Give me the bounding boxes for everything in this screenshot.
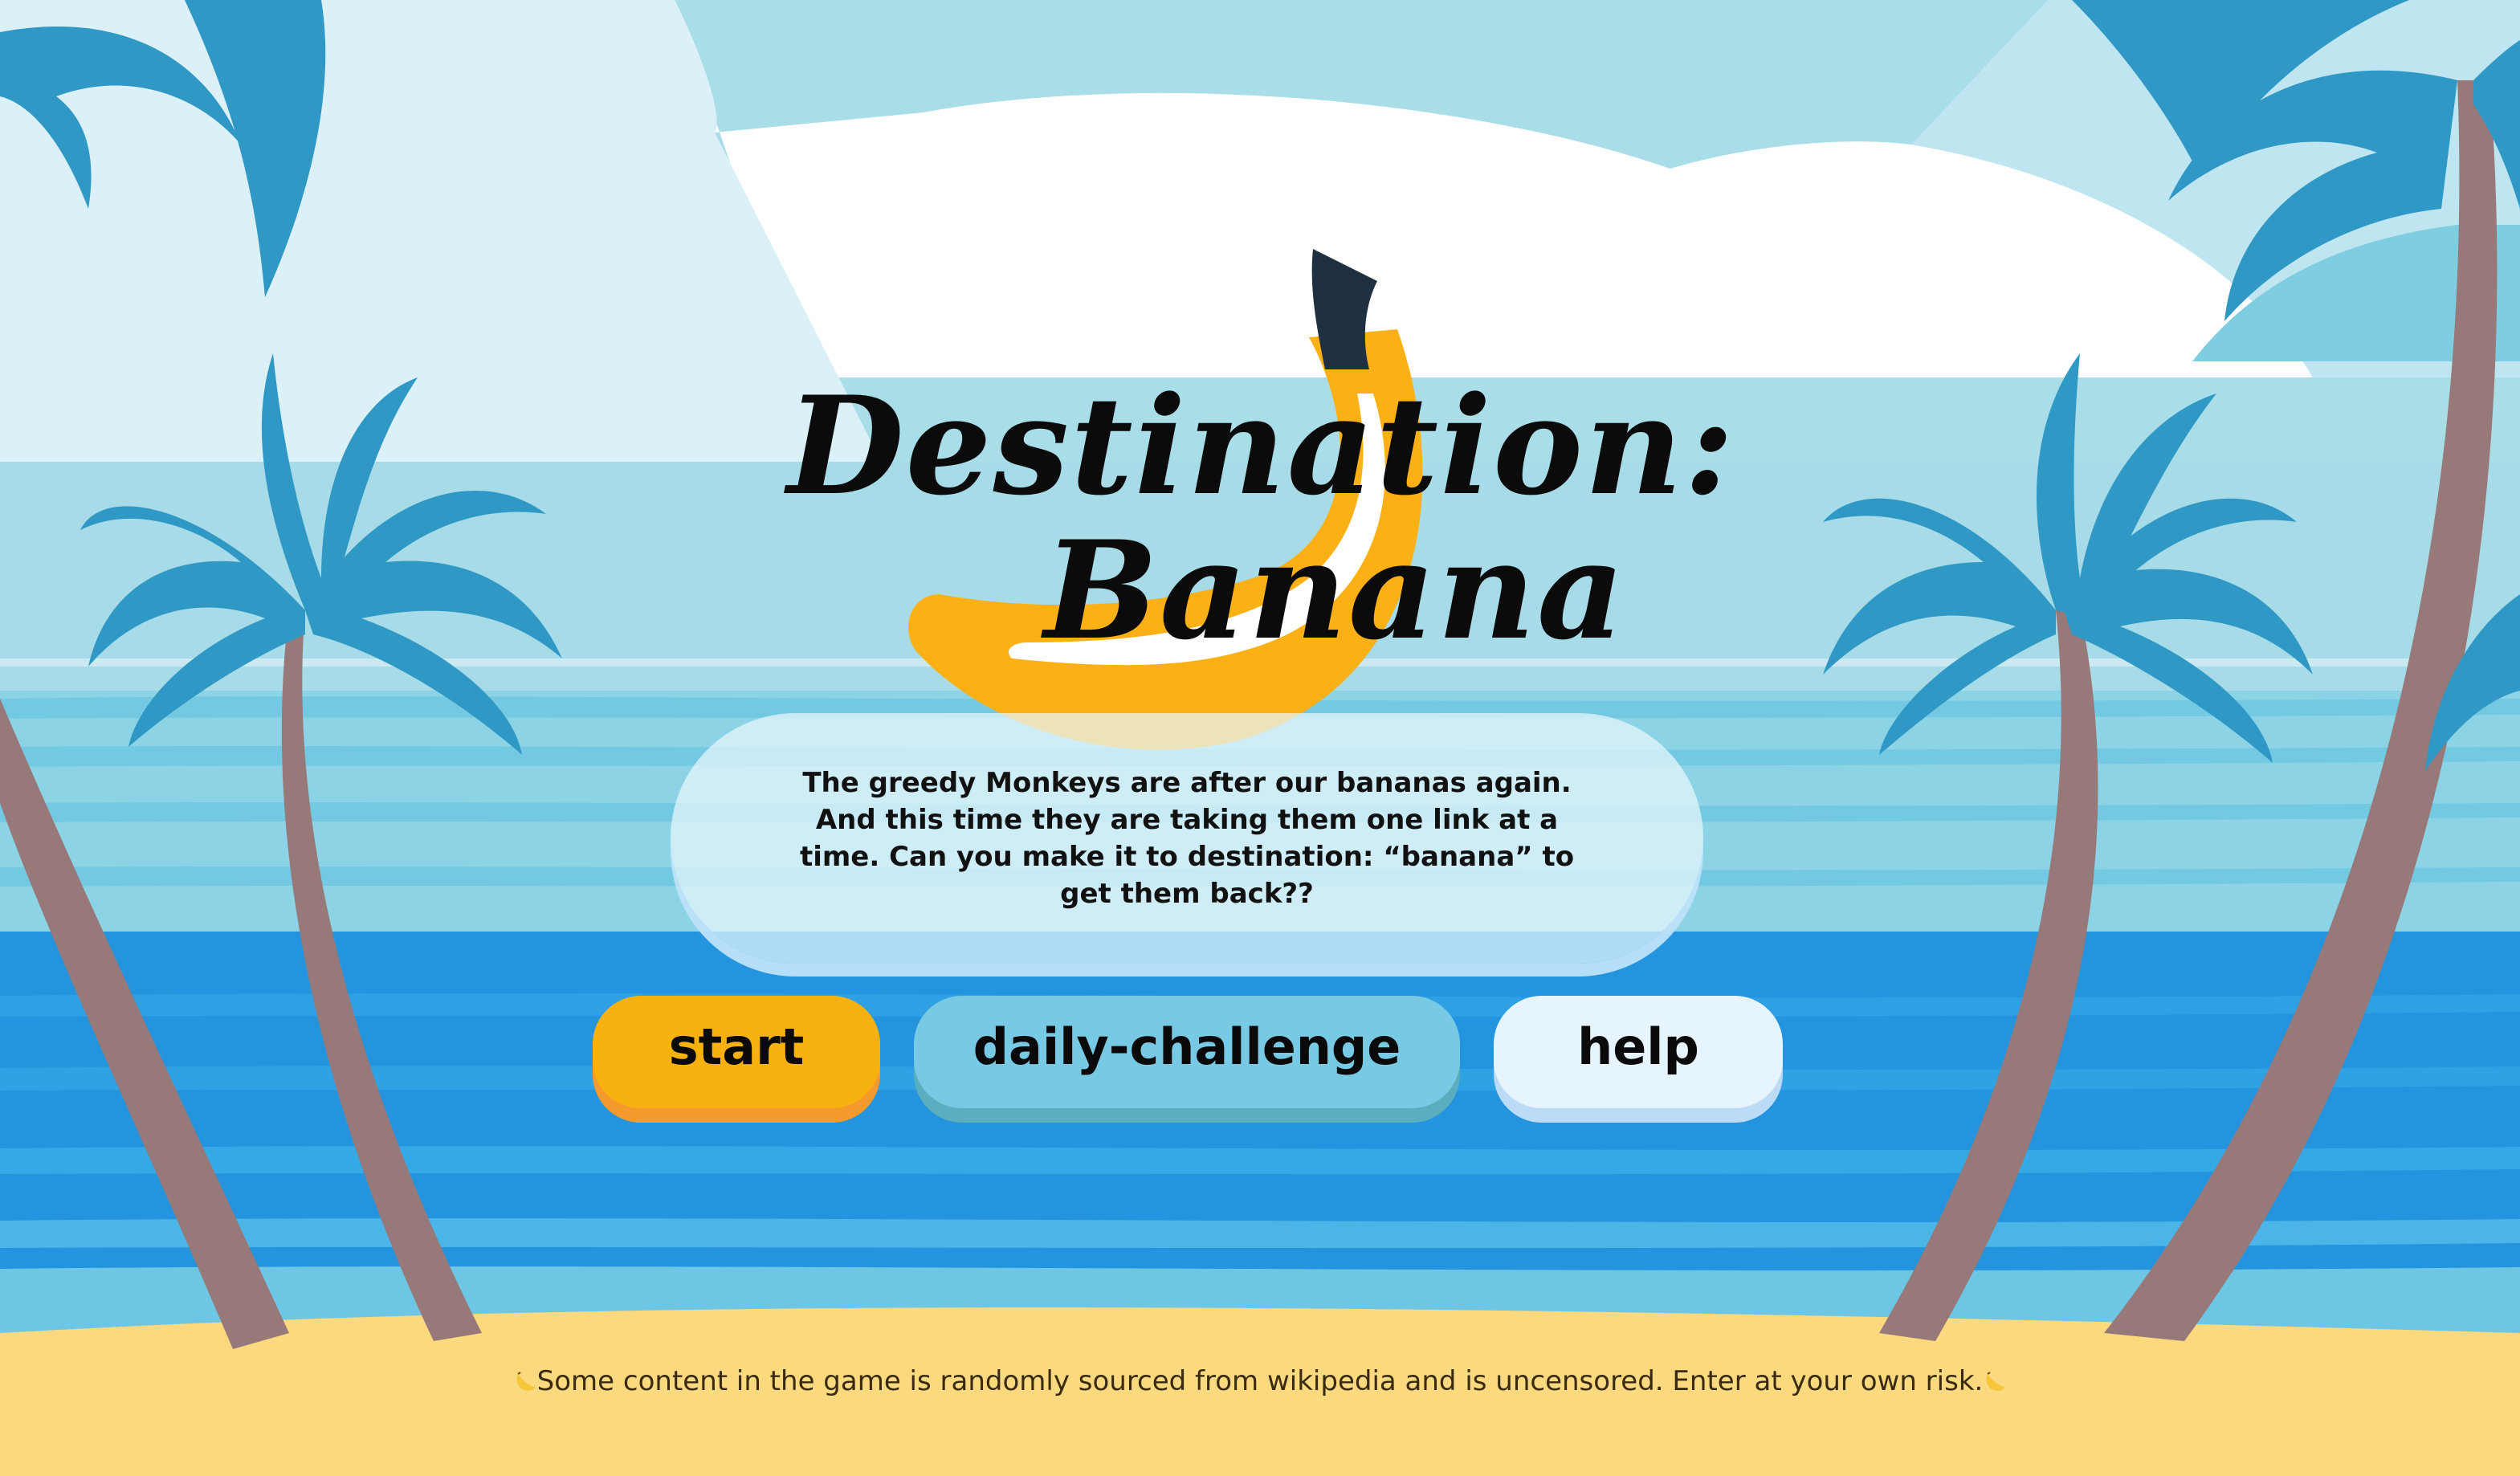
disclaimer-text: Some content in the game is randomly sou… (536, 1365, 1984, 1397)
help-button[interactable]: help (1494, 996, 1783, 1108)
intro-panel: The greedy Monkeys are after our bananas… (671, 713, 1703, 964)
daily-challenge-button[interactable]: daily-challenge (914, 996, 1460, 1108)
banana-icon (516, 1371, 535, 1391)
game-title: Destination: Banana (771, 365, 1734, 671)
title-line-2: Banana (1044, 511, 1626, 670)
game-title-screen: Destination: Banana The greedy Monkeys a… (0, 0, 2520, 1476)
intro-text: The greedy Monkeys are after our bananas… (799, 767, 1575, 910)
banana-icon (1986, 1371, 2005, 1391)
start-button[interactable]: start (593, 996, 880, 1108)
disclaimer: Some content in the game is randomly sou… (0, 1365, 2520, 1397)
title-line-1: Destination: (787, 366, 1736, 525)
